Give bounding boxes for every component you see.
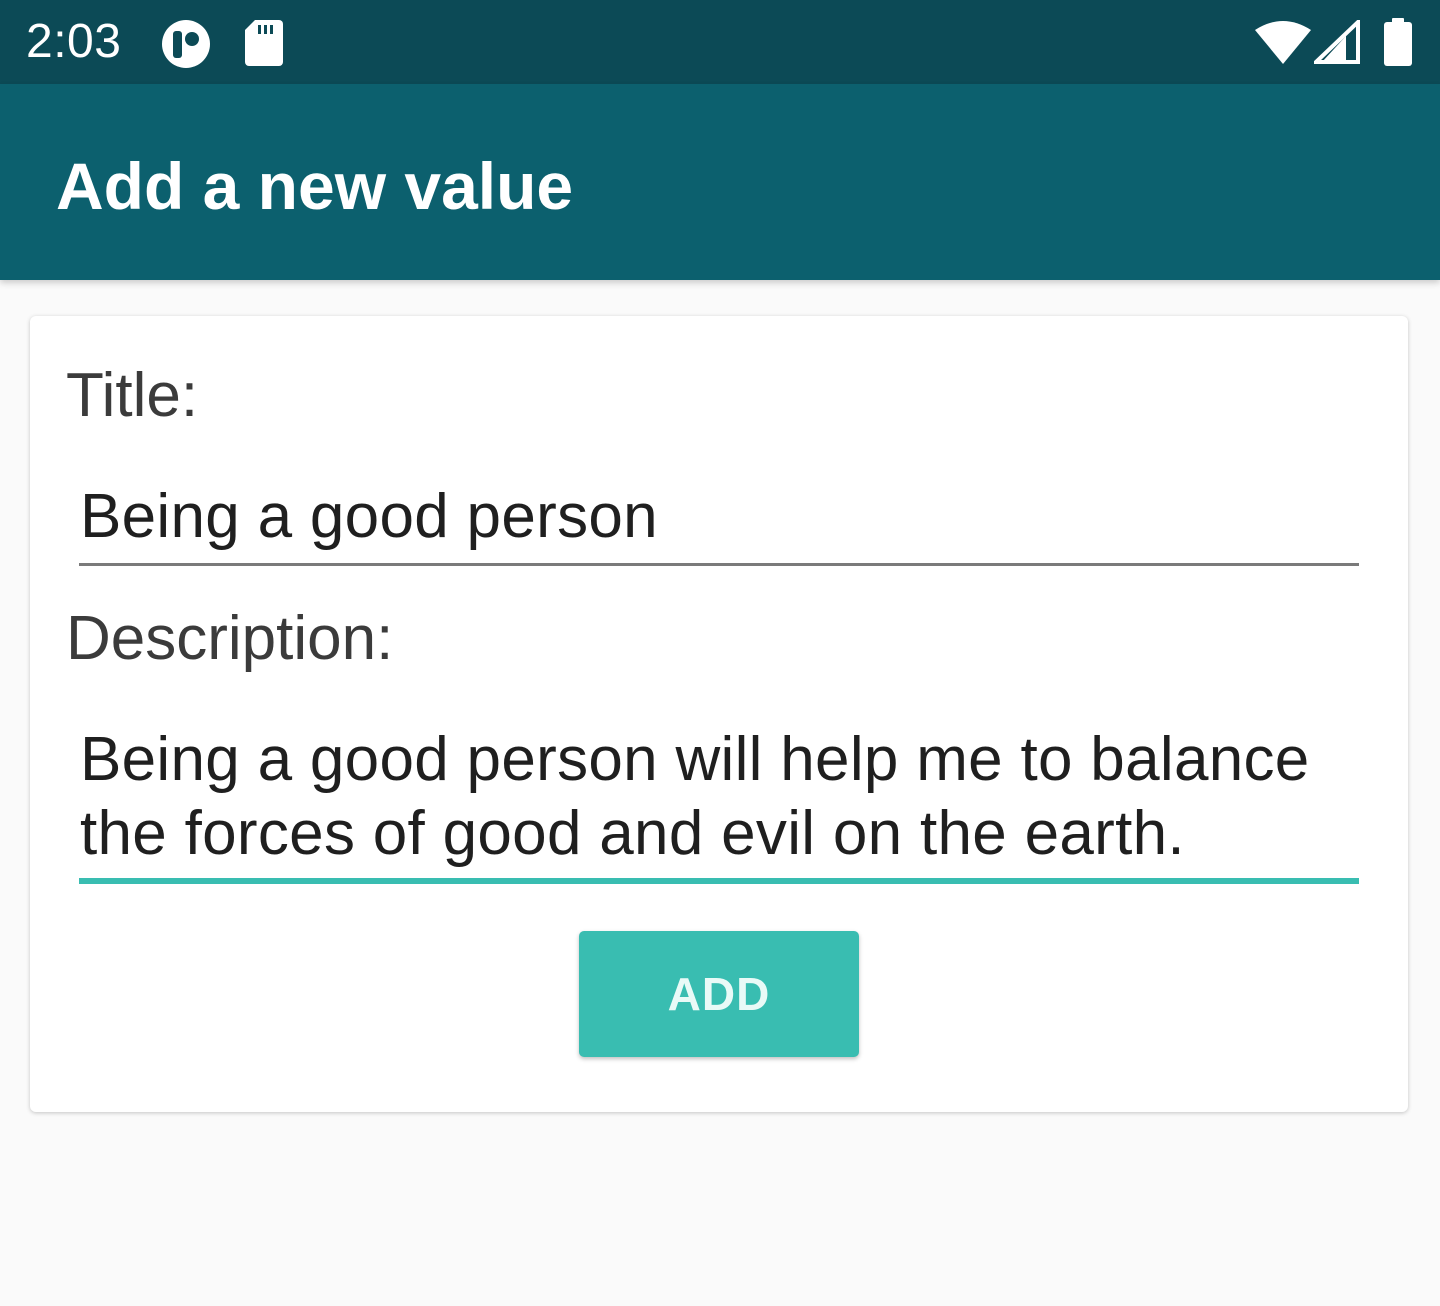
title-label: Title: (66, 361, 199, 430)
pocket-casts-icon (162, 20, 210, 68)
status-time: 2:03 (26, 15, 122, 68)
title-input-underline (79, 563, 1359, 566)
add-value-card: Title: Being a good person Description: … (30, 316, 1408, 1112)
page-title: Add a new value (56, 149, 574, 223)
add-button[interactable]: ADD (579, 931, 859, 1057)
title-input[interactable]: Being a good person (80, 480, 1350, 554)
battery-icon (1384, 18, 1412, 66)
wifi-icon (1255, 21, 1311, 64)
status-bar: 2:03 (0, 0, 1440, 84)
cell-signal-icon (1314, 20, 1360, 64)
description-input-underline (79, 878, 1359, 884)
description-label: Description: (66, 604, 394, 673)
sd-card-icon (245, 20, 283, 66)
description-input[interactable]: Being a good person will help me to bala… (80, 723, 1350, 871)
